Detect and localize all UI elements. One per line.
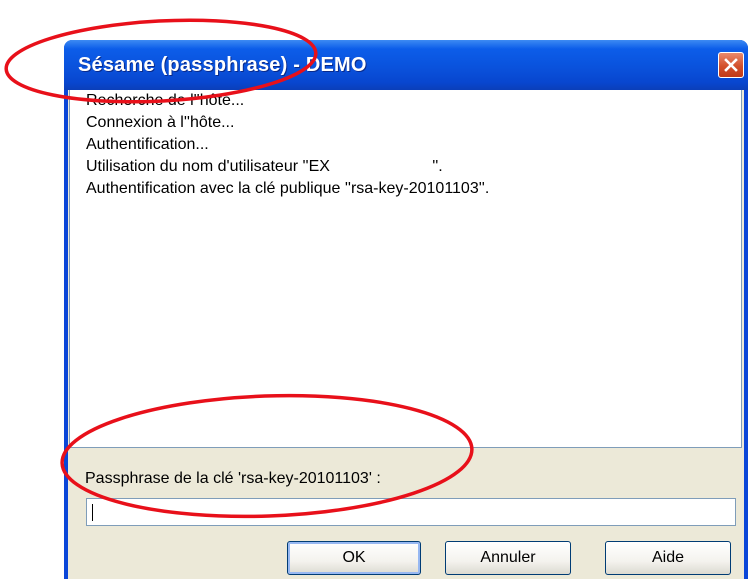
close-icon — [724, 58, 738, 72]
log-line: Authentification avec la clé publique ''… — [86, 180, 490, 197]
log-line: Recherche de l''hôte... — [86, 92, 245, 109]
passphrase-dialog: Sésame (passphrase) - DEMO Recherche de … — [64, 40, 748, 579]
log-line: Authentification... — [86, 136, 209, 153]
log-line: Utilisation du nom d'utilisateur ''EX ''… — [86, 158, 443, 175]
ok-button[interactable]: OK — [287, 541, 421, 575]
passphrase-input[interactable] — [86, 498, 736, 526]
session-log: Recherche de l''hôte... Connexion à l''h… — [69, 90, 742, 448]
cancel-button[interactable]: Annuler — [445, 541, 571, 575]
log-line: Connexion à l''hôte... — [86, 114, 235, 131]
window-title: Sésame (passphrase) - DEMO — [78, 54, 367, 76]
text-caret — [92, 504, 93, 521]
close-button[interactable] — [718, 52, 744, 78]
help-button[interactable]: Aide — [605, 541, 731, 575]
title-bar[interactable]: Sésame (passphrase) - DEMO — [64, 40, 748, 90]
dialog-client-area: Recherche de l''hôte... Connexion à l''h… — [68, 90, 744, 579]
passphrase-label: Passphrase de la clé 'rsa-key-20101103' … — [85, 470, 381, 487]
